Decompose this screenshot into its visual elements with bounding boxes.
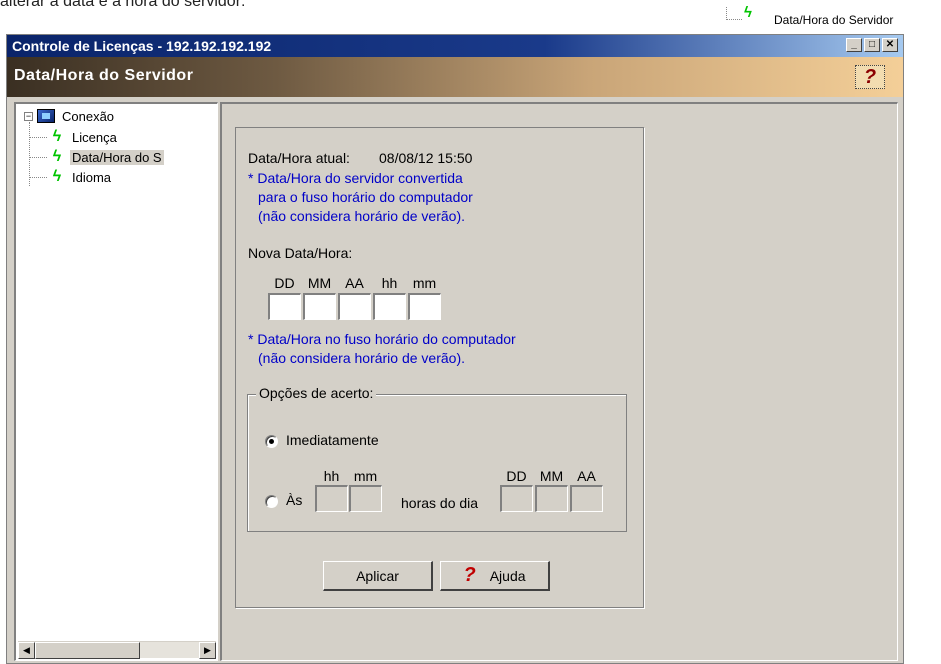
current-date-label: Data/Hora atual: — [248, 150, 350, 166]
document-caption: alterar a data e a hora do servidor: — [0, 0, 246, 10]
license-control-window: Controle de Licenças - 192.192.192.192 _… — [6, 34, 904, 664]
immediate-radio[interactable] — [265, 435, 278, 448]
column-label-min: mm — [412, 275, 437, 291]
at-label[interactable]: Às — [286, 492, 302, 508]
column-label-mm: MM — [307, 275, 332, 291]
close-button[interactable]: ✕ — [882, 38, 898, 52]
lightning-icon: ϟ — [52, 168, 62, 185]
local-time-note: (não considera horário de verão). — [258, 350, 466, 366]
schedule-day-input[interactable] — [500, 485, 533, 512]
tree-item-data-hora[interactable]: ϟ Data/Hora do S — [47, 147, 164, 167]
apply-button-label: Aplicar — [356, 567, 399, 584]
tree-item-label: Data/Hora do S — [70, 149, 164, 165]
new-hour-input[interactable] — [373, 293, 406, 320]
immediate-label[interactable]: Imediatamente — [286, 432, 379, 448]
content-panel: Data/Hora atual: 08/08/12 15:50 * Data/H… — [220, 102, 898, 661]
header-help-button[interactable]: ? — [855, 65, 885, 89]
tree-connector — [29, 177, 47, 178]
corner-tree-label: Data/Hora do Servidor — [774, 13, 894, 27]
help-button[interactable]: ? Ajuda — [440, 561, 550, 591]
scroll-right-arrow-icon[interactable]: ▶ — [199, 642, 216, 659]
adjust-options-group: Opções de acerto: Imediatamente hh mm DD… — [247, 385, 627, 532]
navigation-tree: − Conexão ϟ Licença ϟ Data/Hora do S ϟ I… — [14, 102, 218, 661]
tree-connector — [29, 137, 47, 138]
new-year-input[interactable] — [338, 293, 371, 320]
tree-item-label: Conexão — [62, 108, 115, 124]
tree-item-idioma[interactable]: ϟ Idioma — [47, 167, 113, 187]
tree-connector — [726, 7, 742, 20]
scroll-thumb[interactable] — [35, 642, 140, 659]
tree-item-label: Licença — [72, 129, 117, 145]
server-time-note: para o fuso horário do computador — [258, 189, 473, 205]
current-date-value: 08/08/12 15:50 — [379, 150, 473, 166]
scroll-left-arrow-icon[interactable]: ◀ — [18, 642, 35, 659]
lightning-icon: ϟ — [744, 4, 752, 21]
new-date-label: Nova Data/Hora: — [248, 245, 353, 261]
page-title: Data/Hora do Servidor — [14, 67, 194, 84]
server-time-note: * Data/Hora do servidor convertida — [248, 170, 463, 186]
column-label-min: mm — [353, 468, 378, 484]
window-title: Controle de Licenças - 192.192.192.192 — [12, 38, 272, 54]
tree-horizontal-scrollbar[interactable]: ◀ ▶ — [18, 641, 216, 659]
maximize-button[interactable]: □ — [864, 38, 880, 52]
schedule-month-input[interactable] — [535, 485, 568, 512]
column-label-hh: hh — [381, 275, 398, 291]
new-minute-input[interactable] — [408, 293, 441, 320]
tree-connector — [29, 157, 47, 158]
column-label-aa: AA — [577, 468, 596, 484]
server-time-note: (não considera horário de verão). — [258, 208, 466, 224]
column-label-dd: DD — [506, 468, 527, 484]
local-time-note: * Data/Hora no fuso horário do computado… — [248, 331, 516, 347]
tree-item-conexao[interactable]: − Conexão — [24, 106, 116, 126]
lightning-icon: ϟ — [52, 128, 62, 145]
window-titlebar: Controle de Licenças - 192.192.192.192 _… — [7, 35, 903, 57]
schedule-hour-input[interactable] — [315, 485, 348, 512]
column-label-hh: hh — [323, 468, 340, 484]
new-day-input[interactable] — [268, 293, 301, 320]
help-question-icon: ? — [463, 564, 476, 586]
network-computer-icon — [37, 109, 55, 123]
apply-button[interactable]: Aplicar — [323, 561, 433, 591]
help-button-label: Ajuda — [489, 567, 526, 584]
collapse-icon[interactable]: − — [24, 111, 33, 121]
corner-tree-node: ϟ Data/Hora do Servidor — [726, 4, 894, 27]
scheduled-radio[interactable] — [265, 495, 278, 508]
hours-of-day-label: horas do dia — [401, 495, 479, 511]
tree-item-licenca[interactable]: ϟ Licença — [47, 127, 119, 147]
date-time-group: Data/Hora atual: 08/08/12 15:50 * Data/H… — [235, 127, 644, 608]
new-month-input[interactable] — [303, 293, 336, 320]
tree-item-label: Idioma — [72, 169, 112, 185]
page-header: Data/Hora do Servidor ? — [7, 57, 903, 97]
column-label-dd: DD — [274, 275, 295, 291]
minimize-button[interactable]: _ — [846, 38, 862, 52]
schedule-minute-input[interactable] — [349, 485, 382, 512]
schedule-year-input[interactable] — [570, 485, 603, 512]
adjust-options-legend: Opções de acerto: — [256, 385, 377, 401]
lightning-icon: ϟ — [52, 148, 62, 165]
column-label-aa: AA — [345, 275, 364, 291]
column-label-mm: MM — [539, 468, 564, 484]
